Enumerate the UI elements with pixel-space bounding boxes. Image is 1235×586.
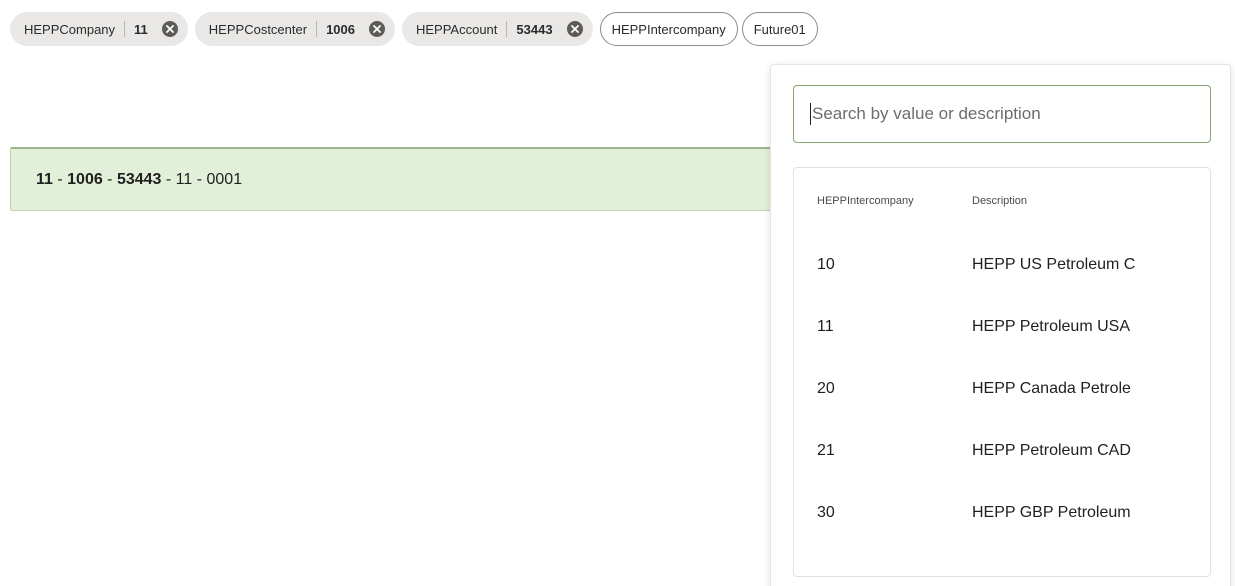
- list-header: HEPPIntercompany Description: [794, 168, 1210, 234]
- list-item[interactable]: 21 HEPP Petroleum CAD: [794, 420, 1210, 482]
- chip-heppcompany[interactable]: HEPPCompany 11: [10, 12, 188, 46]
- item-description: HEPP Canada Petrole: [972, 380, 1131, 397]
- item-description: HEPP Petroleum USA: [972, 318, 1130, 335]
- combination-costcenter: 1006: [67, 170, 103, 188]
- column-header-intercompany[interactable]: HEPPIntercompany: [794, 195, 972, 207]
- chip-heppintercompany[interactable]: HEPPIntercompany: [599, 12, 738, 46]
- search-input[interactable]: [812, 104, 1202, 124]
- item-value: 20: [817, 380, 835, 397]
- list-item[interactable]: 30 HEPP GBP Petroleum: [794, 482, 1210, 544]
- column-header-description[interactable]: Description: [972, 195, 1210, 207]
- chip-label: Future01: [753, 21, 806, 37]
- chip-label: HEPPCompany: [24, 21, 116, 37]
- list-item[interactable]: 11 HEPP Petroleum USA: [794, 296, 1210, 358]
- combination-account: 53443: [116, 170, 162, 188]
- segment-chips: HEPPCompany 11 HEPPCostcenter 1006 HEPPA…: [10, 12, 822, 46]
- item-description: HEPP GBP Petroleum: [972, 504, 1131, 521]
- item-value: 30: [817, 504, 835, 521]
- combination-remaining: - 11 - 0001: [161, 170, 243, 188]
- chip-value: 11: [134, 21, 148, 37]
- text-cursor: [810, 103, 811, 125]
- chip-heppaccount[interactable]: HEPPAccount 53443: [401, 12, 593, 46]
- chip-label: HEPPCostcenter: [208, 21, 308, 37]
- list-item[interactable]: 20 HEPP Canada Petrole: [794, 358, 1210, 420]
- item-value: 21: [817, 442, 835, 459]
- circle-x-icon[interactable]: [368, 21, 385, 37]
- item-description: HEPP US Petroleum C: [972, 256, 1136, 273]
- chip-divider: [316, 21, 318, 37]
- chip-divider: [124, 21, 126, 37]
- chip-label: HEPPIntercompany: [611, 21, 726, 37]
- combination-separator: -: [102, 170, 117, 188]
- chip-label: HEPPAccount: [415, 21, 498, 37]
- item-value: 11: [817, 318, 834, 335]
- search-field[interactable]: [793, 85, 1211, 143]
- value-list: HEPPIntercompany Description 10 HEPP US …: [793, 167, 1211, 577]
- item-value: 10: [817, 256, 835, 273]
- chip-value: 1006: [326, 21, 355, 37]
- chip-heppcostcenter[interactable]: HEPPCostcenter 1006: [194, 12, 395, 46]
- page: HEPPCompany 11 HEPPCostcenter 1006 HEPPA…: [0, 0, 1235, 586]
- combination-company: 11: [36, 170, 53, 188]
- value-dropdown: HEPPIntercompany Description 10 HEPP US …: [770, 64, 1231, 586]
- circle-x-icon[interactable]: [161, 21, 178, 37]
- combination-separator: -: [52, 170, 68, 188]
- chip-value: 53443: [516, 21, 553, 37]
- chip-future01[interactable]: Future01: [741, 12, 818, 46]
- list-item[interactable]: 10 HEPP US Petroleum C: [794, 234, 1210, 296]
- item-description: HEPP Petroleum CAD: [972, 442, 1131, 459]
- circle-x-icon[interactable]: [566, 21, 583, 37]
- chip-divider: [506, 21, 508, 37]
